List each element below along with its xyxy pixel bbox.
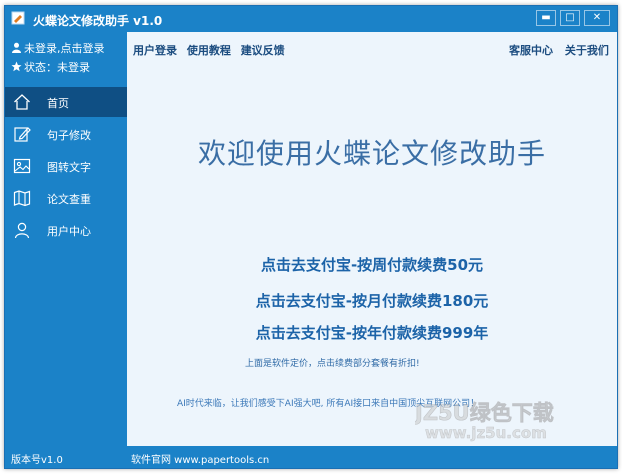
feedback-link[interactable]: 建议反馈: [241, 44, 285, 57]
user-icon: [12, 42, 21, 53]
maximize-button[interactable]: □: [560, 10, 580, 26]
status-bar: 版本号v1.0 软件官网 www.papertools.cn: [5, 446, 617, 468]
tutorial-link[interactable]: 使用教程: [187, 44, 231, 57]
star-icon: [11, 61, 22, 72]
about-us-link[interactable]: 关于我们: [565, 44, 609, 57]
sidebar-item-home[interactable]: 首页: [5, 87, 127, 117]
watermark-line2: www.jz5u.com: [425, 424, 547, 442]
image-icon: [13, 158, 31, 174]
user-icon: [14, 222, 30, 239]
sidebar-item-label: 首页: [47, 97, 69, 110]
close-button[interactable]: ✕: [584, 10, 610, 26]
status-text: 状态：未登录: [24, 61, 90, 74]
edit-icon: [14, 127, 31, 142]
sidebar: 未登录,点击登录 状态：未登录 首页 句子修改 图转文字 论文查重 用户中心: [5, 32, 127, 446]
pay-yearly-link[interactable]: 点击去支付宝-按年付款续费999年: [127, 322, 617, 343]
watermark-logo: JZ5U绿色下载 www.jz5u.com: [415, 401, 554, 442]
sidebar-item-label: 论文查重: [47, 193, 91, 206]
minimize-button[interactable]: ▬: [536, 10, 556, 26]
pricing-note: 上面是软件定价，点击续费部分套餐有折扣!: [245, 359, 420, 369]
sidebar-item-label: 句子修改: [47, 129, 91, 142]
watermark-line1: JZ5U绿色下载: [415, 401, 554, 425]
website-link[interactable]: 软件官网 www.papertools.cn: [131, 451, 269, 466]
sidebar-item-image-to-text[interactable]: 图转文字: [5, 151, 127, 181]
sidebar-item-label: 图转文字: [47, 161, 91, 174]
sidebar-item-label: 用户中心: [47, 225, 91, 238]
app-window: 火蝶论文修改助手 v1.0 ▬ □ ✕ 未登录,点击登录 状态：未登录 首页 句…: [4, 5, 618, 469]
map-icon: [13, 190, 31, 207]
customer-service-link[interactable]: 客服中心: [509, 44, 553, 57]
login-link[interactable]: 未登录,点击登录: [11, 40, 105, 56]
top-nav-left: 用户登录 使用教程 建议反馈: [133, 42, 291, 58]
pay-monthly-link[interactable]: 点击去支付宝-按月付款续费180元: [127, 290, 617, 311]
app-logo-icon: [11, 11, 25, 25]
version-label: 版本号v1.0: [11, 455, 63, 466]
sidebar-item-user-center[interactable]: 用户中心: [5, 215, 127, 245]
login-prompt: 未登录,点击登录: [24, 42, 105, 55]
welcome-heading: 欢迎使用火蝶论文修改助手: [197, 137, 546, 170]
main-content: 用户登录 使用教程 建议反馈 客服中心 关于我们 欢迎使用火蝶论文修改助手 点击…: [127, 32, 617, 446]
sidebar-item-plagiarism-check[interactable]: 论文查重: [5, 183, 127, 213]
title-bar[interactable]: 火蝶论文修改助手 v1.0 ▬ □ ✕: [5, 6, 617, 32]
home-icon: [14, 94, 30, 110]
top-nav-right: 客服中心 关于我们: [501, 42, 609, 58]
sidebar-item-sentence-edit[interactable]: 句子修改: [5, 119, 127, 149]
pay-weekly-link[interactable]: 点击去支付宝-按周付款续费50元: [127, 254, 617, 275]
user-login-link[interactable]: 用户登录: [133, 44, 177, 57]
window-title: 火蝶论文修改助手 v1.0: [33, 14, 163, 28]
login-status: 状态：未登录: [11, 59, 90, 75]
